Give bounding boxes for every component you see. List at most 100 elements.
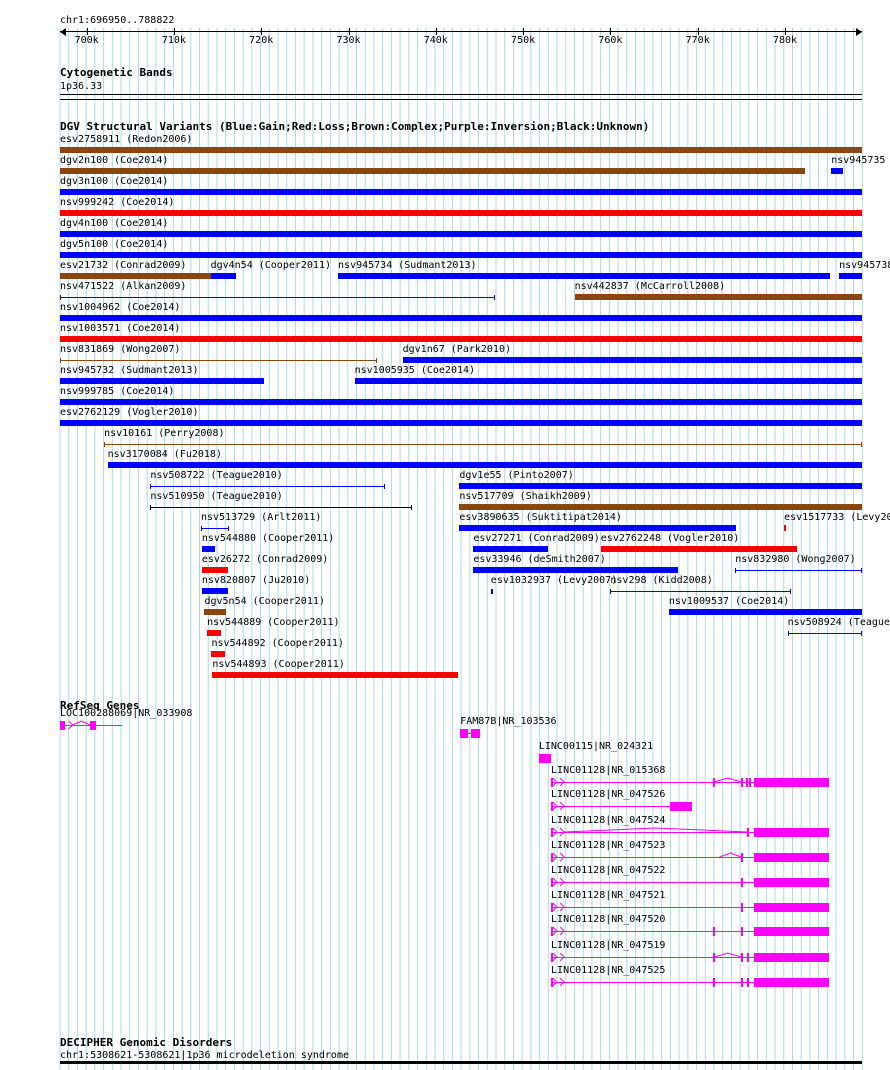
gene-exon[interactable] [753, 927, 829, 936]
gene-exon[interactable] [753, 903, 829, 912]
variant-bar[interactable] [211, 651, 225, 657]
gene-exon[interactable] [669, 802, 693, 811]
gene-exon[interactable] [741, 778, 744, 787]
variant-bar[interactable] [107, 462, 862, 468]
gene-label: LINC01128|NR_015368 [551, 765, 666, 776]
gene-exon[interactable] [712, 778, 715, 787]
variant-label: esv2758911 (Redon2006) [60, 134, 193, 145]
variant-bar[interactable] [60, 168, 806, 174]
gene-exon[interactable] [741, 903, 744, 912]
variant-line[interactable] [104, 444, 862, 445]
gene-exon[interactable] [551, 853, 554, 862]
variant-line-cap [787, 631, 789, 636]
gene-exon[interactable] [753, 953, 829, 962]
variant-bar[interactable] [201, 567, 229, 573]
variant-bar[interactable] [201, 588, 229, 594]
gene-exon[interactable] [551, 978, 554, 987]
gene-exon[interactable] [551, 903, 554, 912]
variant-bar[interactable] [402, 357, 862, 363]
variant-bar[interactable] [212, 672, 458, 678]
variant-bar[interactable] [201, 546, 215, 552]
variant-label: esv2762248 (Vogler2010) [600, 533, 740, 544]
variant-bar[interactable] [459, 483, 862, 489]
variant-bar[interactable] [831, 168, 844, 174]
variant-line-cap [200, 526, 202, 531]
variant-bar[interactable] [60, 336, 862, 342]
variant-bar[interactable] [210, 273, 236, 279]
gene-exon[interactable] [747, 828, 750, 837]
gene-exon[interactable] [753, 778, 829, 787]
variant-line[interactable] [610, 591, 792, 592]
variant-label: nsv945734 (Sudmant2013) [338, 260, 477, 271]
gene-exon[interactable] [712, 927, 715, 936]
variant-bar[interactable] [354, 378, 862, 384]
variant-bar[interactable] [60, 189, 862, 195]
variant-line-cap [491, 589, 493, 594]
variant-label: nsv298 (Kidd2008) [610, 575, 713, 586]
gene-exon[interactable] [60, 721, 65, 730]
variant-bar[interactable] [60, 210, 862, 216]
variant-bar[interactable] [60, 420, 862, 426]
gene-exon[interactable] [745, 778, 748, 787]
variant-bar[interactable] [60, 147, 862, 153]
variant-bar[interactable] [60, 273, 211, 279]
variant-label: nsv3170084 (Fu2018) [107, 449, 222, 460]
variant-bar[interactable] [60, 378, 264, 384]
variant-label: nsv517709 (Shaikh2009) [459, 491, 592, 502]
variant-line[interactable] [200, 528, 229, 529]
variant-bar[interactable] [338, 273, 830, 279]
variant-bar[interactable] [60, 315, 862, 321]
variant-bar[interactable] [60, 252, 862, 258]
variant-line-cap [861, 568, 862, 573]
gene-exon[interactable] [470, 729, 481, 738]
variant-bar[interactable] [459, 525, 737, 531]
gene-exon[interactable] [746, 978, 749, 987]
variant-line-cap [735, 568, 737, 573]
gene-exon[interactable] [749, 778, 752, 787]
gene-exon[interactable] [538, 754, 552, 763]
variant-bar[interactable] [784, 525, 787, 531]
gene-exon[interactable] [741, 853, 744, 862]
variant-bar[interactable] [574, 294, 862, 300]
variant-line[interactable] [60, 360, 378, 361]
variant-line-cap [384, 484, 386, 489]
gene-exon[interactable] [712, 978, 715, 987]
variant-line[interactable] [735, 570, 862, 571]
ruler-tick-label: 770k [685, 35, 710, 46]
variant-line[interactable] [150, 507, 413, 508]
gene-exon[interactable] [741, 878, 744, 887]
variant-line[interactable] [787, 633, 862, 634]
gene-exon[interactable] [551, 878, 554, 887]
variant-bar[interactable] [60, 399, 862, 405]
gene-exon[interactable] [753, 978, 829, 987]
variant-bar[interactable] [668, 609, 862, 615]
variant-bar[interactable] [473, 567, 678, 573]
gene-exon[interactable] [753, 853, 829, 862]
gene-exon[interactable] [551, 802, 554, 811]
variant-line[interactable] [60, 297, 496, 298]
variant-bar[interactable] [600, 546, 798, 552]
variant-bar[interactable] [207, 630, 222, 636]
variant-bar[interactable] [459, 504, 862, 510]
decipher-bar[interactable] [60, 1061, 862, 1064]
gene-exon[interactable] [551, 778, 554, 787]
gene-exon[interactable] [741, 953, 744, 962]
variant-bar[interactable] [839, 273, 862, 279]
gene-exon[interactable] [551, 828, 554, 837]
gene-label: LINC01128|NR_047520 [551, 914, 666, 925]
variant-bar[interactable] [204, 609, 227, 615]
gene-exon[interactable] [90, 721, 97, 730]
gene-exon[interactable] [712, 953, 715, 962]
gene-exon[interactable] [746, 953, 749, 962]
gene-exon[interactable] [741, 927, 744, 936]
gene-label: LINC01128|NR_047521 [551, 890, 666, 901]
gene-exon[interactable] [741, 978, 744, 987]
gene-exon[interactable] [551, 953, 554, 962]
variant-line[interactable] [150, 486, 386, 487]
variant-bar[interactable] [473, 546, 549, 552]
gene-exon[interactable] [753, 828, 829, 837]
gene-exon[interactable] [551, 927, 554, 936]
gene-exon[interactable] [753, 878, 829, 887]
gene-exon[interactable] [460, 729, 469, 738]
variant-bar[interactable] [60, 231, 862, 237]
